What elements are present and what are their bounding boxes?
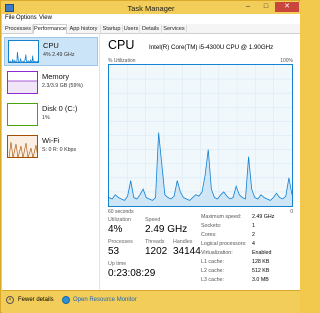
spec-value: 1 xyxy=(252,223,255,229)
memory-thumbnail-graph xyxy=(7,71,38,94)
title-bar: Task Manager – □ ✕ xyxy=(2,2,300,14)
spec-value: 128 KB xyxy=(252,259,270,265)
menu-view[interactable]: View xyxy=(39,15,52,21)
sidebar-item-detail: S: 0 R: 0 Kbps xyxy=(42,147,77,153)
sidebar-item-label: Disk 0 (C:) xyxy=(42,104,78,113)
spec-label: Maximum speed: xyxy=(201,214,242,220)
spec-label: Logical processors: xyxy=(201,241,247,247)
cpu-thumbnail-graph xyxy=(8,40,39,63)
spec-label: Cores: xyxy=(201,232,217,238)
spec-value: 2.49 GHz xyxy=(252,214,275,220)
cpu-graph-canvas xyxy=(109,65,292,206)
footer-bar: ˄ Fewer details Open Resource Monitor xyxy=(2,290,300,313)
handles-label: Handles xyxy=(173,239,193,245)
open-resource-monitor-link[interactable]: Open Resource Monitor xyxy=(73,297,137,303)
utilization-value: 4% xyxy=(108,224,123,235)
tab-users[interactable]: Users xyxy=(123,25,140,34)
menu-options[interactable]: Options xyxy=(16,15,37,21)
graph-time-span: 60 seconds xyxy=(108,209,134,215)
cpu-utilization-graph xyxy=(108,64,293,207)
menu-bar: File Options View xyxy=(2,14,300,24)
menu-file[interactable]: File xyxy=(5,15,15,21)
sidebar-item-wifi[interactable]: Wi-Fi S: 0 R: 0 Kbps xyxy=(4,133,98,162)
sidebar-item-cpu[interactable]: CPU 4% 2.49 GHz xyxy=(4,37,98,66)
handles-value: 34144 xyxy=(173,246,201,257)
sidebar-item-detail: 4% 2.49 GHz xyxy=(43,52,75,58)
sidebar-item-detail: 1% xyxy=(42,115,50,121)
tab-strip: Processes Performance App history Startu… xyxy=(2,24,300,35)
utilization-label: Utilization xyxy=(108,217,131,223)
sidebar-item-disk[interactable]: Disk 0 (C:) 1% xyxy=(4,101,98,130)
tab-startup[interactable]: Startup xyxy=(101,25,123,34)
spec-label: L3 cache: xyxy=(201,277,224,283)
uptime-value: 0:23:08:29 xyxy=(108,268,156,279)
performance-panel: CPU 4% 2.49 GHz Memory 2.3/3.9 GB (59%) … xyxy=(2,34,300,290)
resource-sidebar: CPU 4% 2.49 GHz Memory 2.3/3.9 GB (59%) … xyxy=(2,34,100,290)
spec-label: Sockets: xyxy=(201,223,222,229)
sidebar-item-label: Memory xyxy=(42,72,70,81)
spec-label: L2 cache: xyxy=(201,268,224,274)
minimize-button[interactable]: – xyxy=(239,2,257,12)
maximize-button[interactable]: □ xyxy=(257,2,275,12)
chevron-up-icon[interactable]: ˄ xyxy=(6,296,14,304)
sidebar-item-label: Wi-Fi xyxy=(42,136,60,145)
cpu-model-name: Intel(R) Core(TM) i5-4300U CPU @ 1.90GHz xyxy=(149,44,274,51)
task-manager-window: Task Manager – □ ✕ File Options View Pro… xyxy=(0,0,300,313)
spec-value: 4 xyxy=(252,241,255,247)
sidebar-item-detail: 2.3/3.9 GB (59%) xyxy=(42,83,83,89)
wifi-thumbnail-graph xyxy=(7,135,38,158)
close-button[interactable]: ✕ xyxy=(275,2,299,12)
spec-label: L1 cache: xyxy=(201,259,224,265)
processes-value: 53 xyxy=(108,246,120,257)
spec-value: 512 KB xyxy=(252,268,270,274)
speed-value: 2.49 GHz xyxy=(145,224,188,235)
tab-services[interactable]: Services xyxy=(162,25,187,34)
tab-details[interactable]: Details xyxy=(140,25,162,34)
uptime-label: Up time xyxy=(108,261,127,267)
spec-value: Enabled xyxy=(252,250,272,256)
threads-label: Threads xyxy=(145,239,165,245)
threads-value: 1202 xyxy=(145,246,168,257)
sidebar-item-label: CPU xyxy=(43,41,59,50)
speed-label: Speed xyxy=(145,217,161,223)
graph-y-min: 0 xyxy=(290,209,293,215)
resource-monitor-icon xyxy=(62,296,70,304)
tab-app-history[interactable]: App history xyxy=(67,25,101,34)
spec-value: 2 xyxy=(252,232,255,238)
cpu-detail-pane: CPU Intel(R) Core(TM) i5-4300U CPU @ 1.9… xyxy=(106,34,299,290)
disk-thumbnail-graph xyxy=(7,103,38,126)
page-title: CPU xyxy=(108,38,135,52)
fewer-details-link[interactable]: Fewer details xyxy=(18,297,54,303)
tab-processes[interactable]: Processes xyxy=(4,25,33,34)
sidebar-item-memory[interactable]: Memory 2.3/3.9 GB (59%) xyxy=(4,69,98,98)
spec-label: Virtualization: xyxy=(201,250,233,256)
processes-label: Processes xyxy=(108,239,133,245)
spec-value: 3.0 MB xyxy=(252,277,269,283)
